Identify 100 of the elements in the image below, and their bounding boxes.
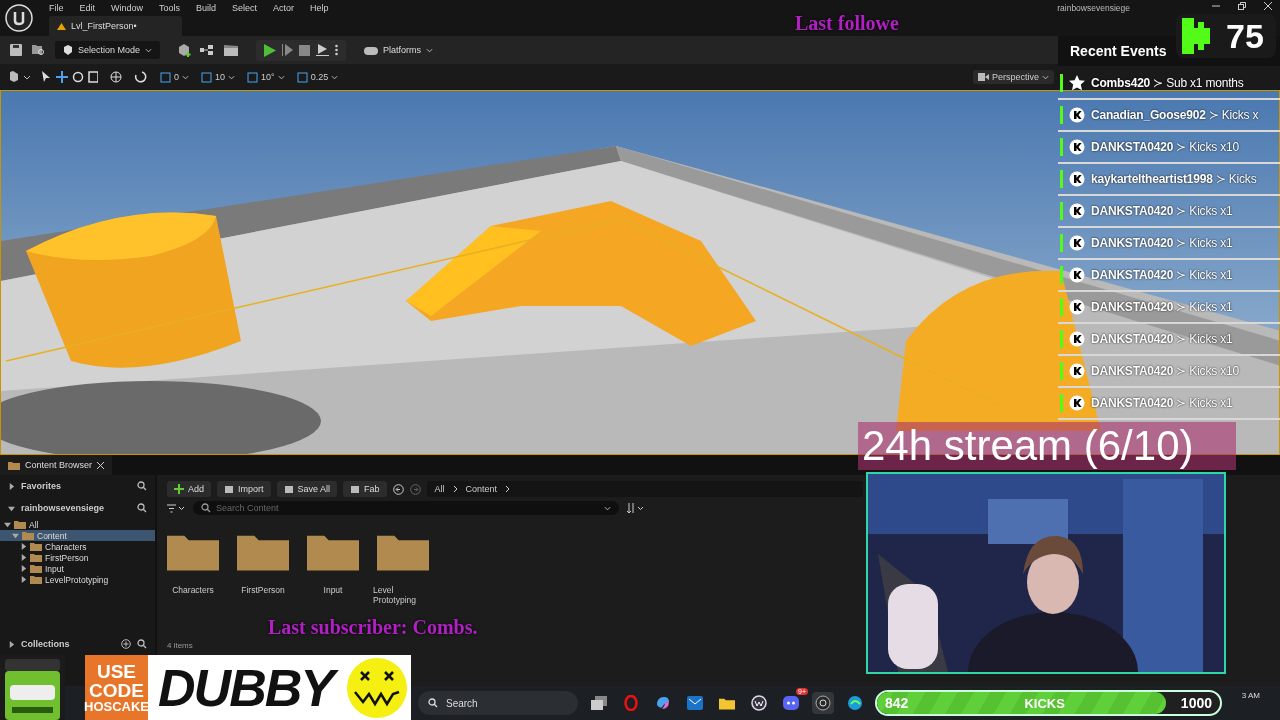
promo-text: USE [96, 662, 137, 681]
back-icon[interactable] [392, 483, 404, 495]
chevron-icon [505, 485, 511, 493]
select-tool-icon[interactable] [10, 71, 30, 83]
menu-item[interactable]: Tools [151, 3, 189, 13]
selection-mode-button[interactable]: Selection Mode [55, 41, 161, 59]
clapperboard-icon[interactable] [224, 44, 239, 56]
menu-item[interactable]: Build [188, 3, 225, 13]
play-icon[interactable] [264, 43, 277, 57]
account-name: rainbowsevensiege [1057, 3, 1130, 13]
cube-cursor-icon [63, 45, 73, 55]
tree-item[interactable]: Content [0, 530, 155, 541]
item-count: 4 items [167, 641, 194, 650]
rotate-snap-icon[interactable] [134, 71, 148, 83]
content-browser-tab[interactable]: Content Browser [0, 455, 113, 475]
browse-icon[interactable] [32, 44, 45, 56]
folder-icon[interactable] [719, 696, 735, 710]
search-icon[interactable] [137, 481, 147, 491]
platforms-button[interactable]: Platforms [356, 41, 442, 59]
step-icon[interactable] [282, 44, 294, 56]
k-badge-icon [1069, 267, 1085, 283]
tree-item[interactable]: FirstPerson [0, 552, 155, 563]
folder-label[interactable]: FirstPerson [233, 585, 293, 595]
caret-icon [145, 47, 153, 53]
event-text: Canadian_Goose902 ≻ Kicks x [1091, 108, 1259, 122]
caret-icon [228, 74, 236, 80]
snap-setting[interactable]: 10 [201, 71, 236, 83]
browser-icon[interactable] [847, 695, 863, 711]
caret-icon [331, 74, 339, 80]
caret-icon [182, 74, 189, 80]
logo-icon[interactable] [5, 4, 33, 32]
toolbar-button[interactable]: Import [217, 481, 271, 497]
restore-icon[interactable] [1238, 2, 1246, 10]
search-icon[interactable] [428, 698, 438, 708]
panel-section[interactable]: rainbowsevensiege [0, 497, 155, 519]
event-text: Combs420 ≻ Sub x1 months [1091, 76, 1244, 90]
tree-item[interactable]: LevelPrototyping [0, 574, 155, 585]
expander-icon[interactable] [8, 640, 15, 648]
close-icon[interactable] [97, 461, 105, 469]
promo-text: HOSCAKE [84, 700, 149, 713]
snap-icon [160, 71, 171, 83]
star-icon [1069, 75, 1085, 91]
menu-item[interactable]: Select [224, 3, 266, 13]
event-text: DANKSTA0420 ≻ Kicks x10 [1091, 140, 1239, 154]
snap-setting[interactable]: 0.25 [296, 71, 339, 83]
tree-item[interactable]: Characters [0, 541, 155, 552]
chevron-icon [452, 485, 458, 493]
breadcrumb-link[interactable]: All [434, 484, 445, 494]
record-icon[interactable] [815, 695, 831, 711]
eject-icon[interactable] [316, 44, 330, 56]
snap-setting[interactable]: 10° [247, 71, 285, 83]
sort-icon[interactable] [627, 503, 645, 513]
menu-item[interactable]: File [41, 3, 72, 13]
mail-icon[interactable] [687, 696, 703, 710]
filter-icon[interactable] [167, 503, 185, 513]
level-tab[interactable]: Lvl_FirstPerson• [49, 16, 182, 36]
folder-label[interactable]: Characters [163, 585, 223, 595]
expander-icon[interactable] [8, 504, 15, 512]
chat-icon[interactable] [783, 696, 799, 710]
windows-stack-icon[interactable] [591, 696, 607, 710]
ring-icon[interactable] [624, 695, 638, 711]
caret-icon [426, 47, 434, 53]
search-icon[interactable] [201, 503, 211, 513]
circle-icon[interactable] [751, 695, 767, 711]
event-text: DANKSTA0420 ≻ Kicks x1 [1091, 268, 1233, 282]
menu-item[interactable]: Edit [71, 3, 104, 13]
tree-item[interactable]: Input [0, 563, 155, 574]
more-icon[interactable] [335, 44, 339, 56]
search-icon[interactable] [137, 639, 147, 649]
folder-label[interactable]: Level Prototyping [373, 585, 433, 605]
toolbar-button[interactable]: Add [167, 481, 211, 497]
k-badge-icon [1069, 331, 1085, 347]
add-icon[interactable] [121, 639, 131, 649]
toolbar-button[interactable]: Save All [276, 481, 338, 497]
event-text: kaykarteltheartist1998 ≻ Kicks [1091, 172, 1257, 186]
tree-item[interactable]: All [0, 519, 155, 530]
breadcrumb-link[interactable]: Content [465, 484, 498, 494]
menu-item[interactable]: Window [103, 3, 152, 13]
minimize-icon[interactable] [1212, 2, 1220, 10]
menu-item[interactable]: Help [302, 3, 337, 13]
taskbar-search[interactable]: Search [418, 691, 578, 715]
k-badge-icon [1069, 203, 1085, 219]
globe-icon[interactable] [110, 71, 122, 83]
search-icon[interactable] [137, 503, 147, 513]
clock: 3 AM [1241, 691, 1260, 700]
toolbar-button[interactable]: Fab [343, 481, 387, 497]
k-badge-icon [1069, 139, 1085, 155]
k-badge-icon [1069, 171, 1085, 187]
snap-setting[interactable]: 0 [160, 71, 189, 83]
expander-icon[interactable] [8, 482, 15, 490]
perspective-button[interactable]: Perspective [972, 70, 1054, 84]
transform-tools-icon[interactable] [42, 71, 98, 83]
swirl-icon[interactable] [655, 695, 671, 711]
close-icon[interactable] [1264, 2, 1272, 10]
folder-label[interactable]: Input [303, 585, 363, 595]
menu-item[interactable]: Actor [265, 3, 303, 13]
stop-icon[interactable] [299, 44, 311, 56]
panel-section[interactable]: Collections [0, 633, 155, 655]
panel-section[interactable]: Favorites [0, 475, 155, 497]
add-cube-icon[interactable] [178, 43, 193, 57]
